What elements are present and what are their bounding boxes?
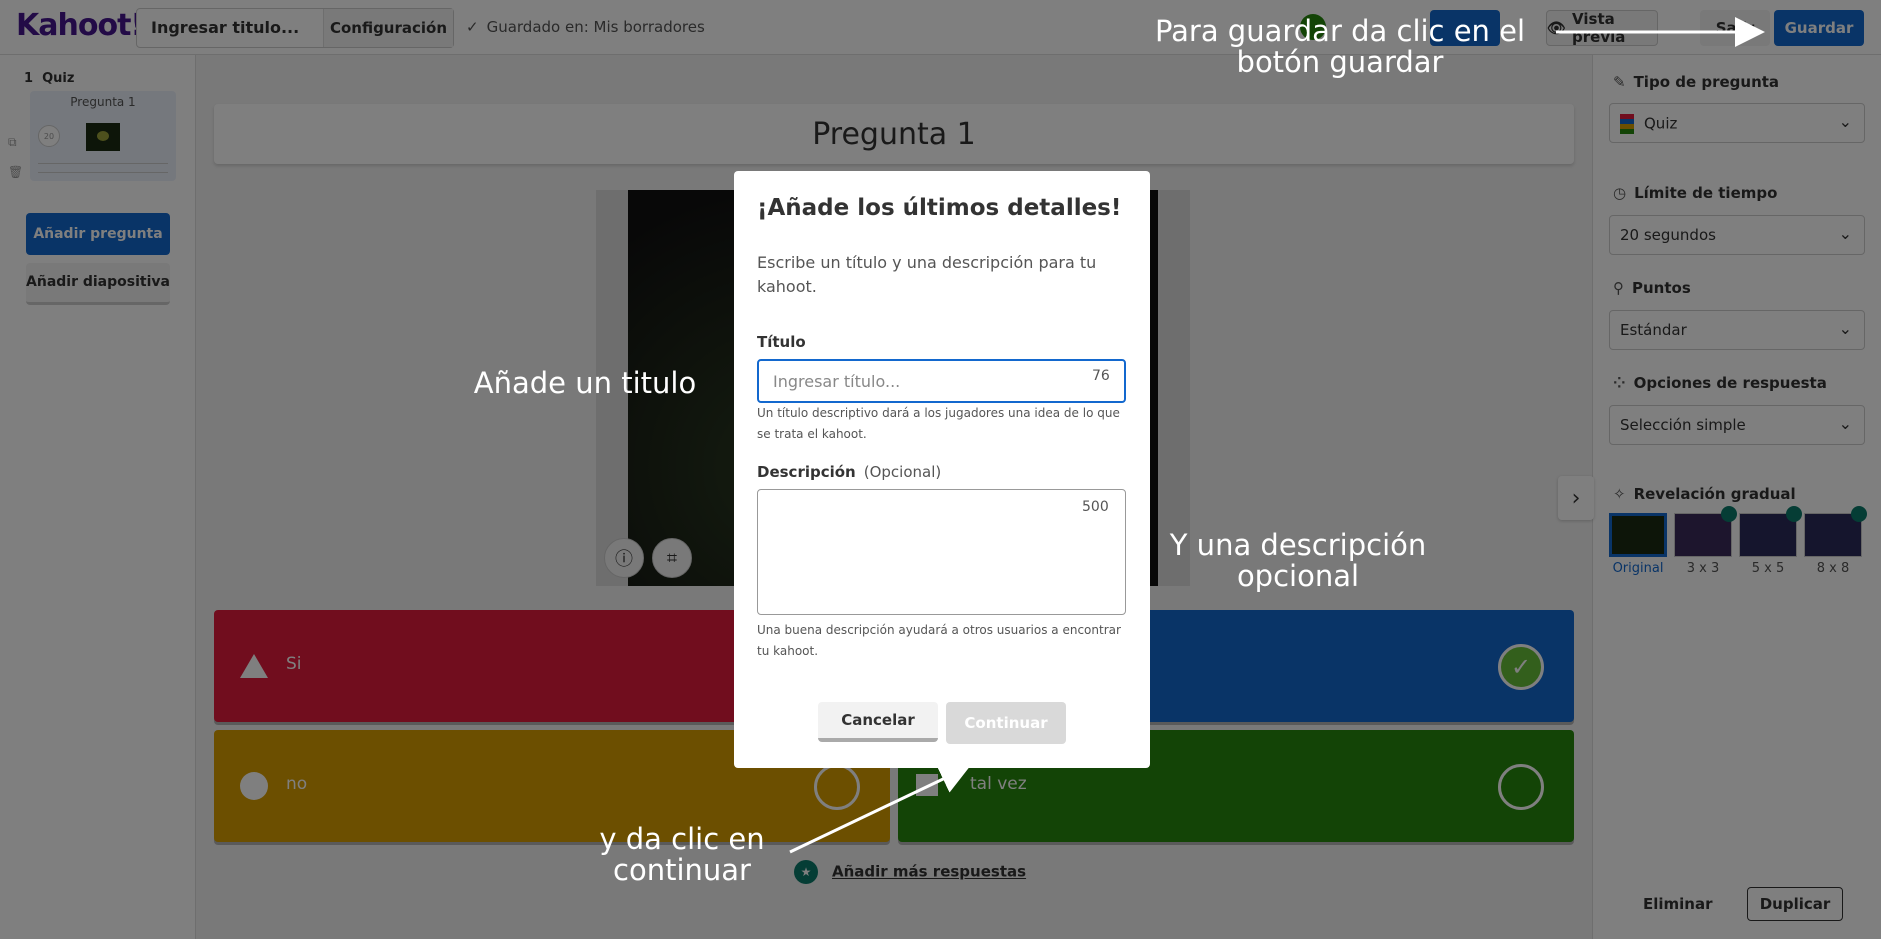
annotation-save: Para guardar da clic en el botón guardar [1154, 14, 1526, 79]
description-label: Descripción (Opcional) [757, 463, 942, 481]
description-textarea[interactable] [757, 489, 1126, 615]
description-char-counter: 500 [1082, 499, 1109, 515]
annotation-title: Añade un titulo [473, 366, 697, 400]
annotation-description: Y una descripción opcional [1169, 528, 1427, 593]
continue-button[interactable]: Continuar [946, 702, 1066, 744]
title-char-counter: 76 [1092, 368, 1110, 384]
modal-title: ¡Añade los últimos detalles! [757, 195, 1122, 221]
title-input[interactable] [757, 359, 1126, 403]
cancel-button[interactable]: Cancelar [818, 702, 938, 742]
details-modal: ¡Añade los últimos detalles! Escribe un … [734, 171, 1150, 768]
modal-description: Escribe un título y una descripción para… [757, 253, 1097, 296]
title-label: Título [757, 333, 806, 351]
title-help-text: Un título descriptivo dará a los jugador… [757, 406, 1120, 441]
description-help-text: Una buena descripción ayudará a otros us… [757, 623, 1121, 658]
annotation-continue: y da clic en continuar [599, 822, 765, 887]
